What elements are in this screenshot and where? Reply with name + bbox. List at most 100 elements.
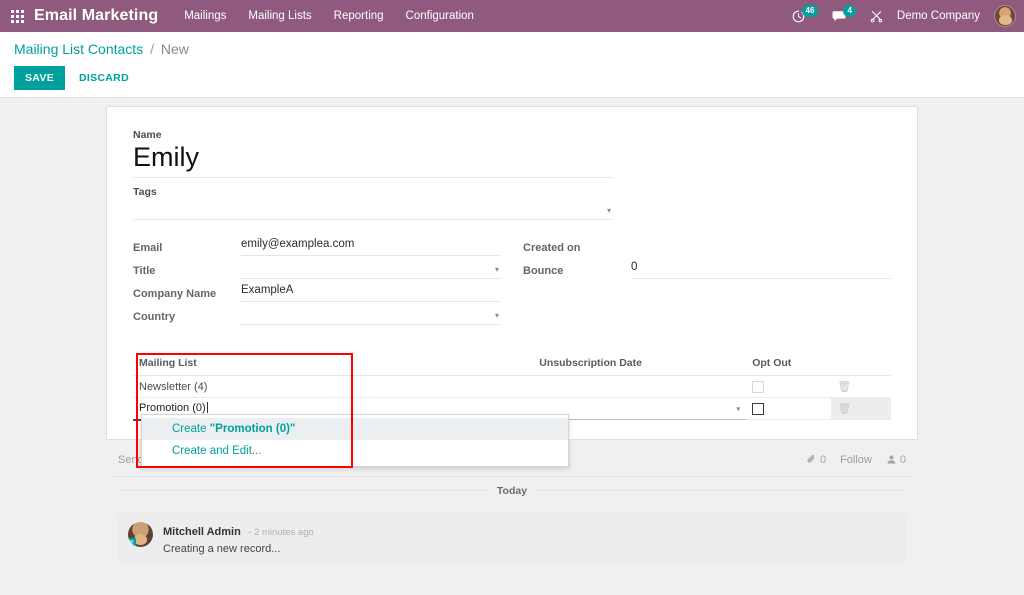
- chevron-down-icon: ▾: [495, 311, 499, 320]
- cell-delete[interactable]: 🗑: [831, 376, 891, 398]
- field-created-on-value: [631, 238, 891, 256]
- opt-out-checkbox[interactable]: [752, 381, 764, 393]
- autocomplete-create-value: "Promotion (0)": [210, 423, 296, 435]
- mailing-list-table: Mailing List Unsubscription Date Opt Out…: [133, 354, 891, 421]
- messaging-menu[interactable]: 4: [832, 10, 855, 23]
- column-header-actions: [831, 354, 891, 376]
- messages-count-badge: 4: [843, 5, 855, 17]
- field-title: Title ▾: [133, 261, 501, 279]
- column-header-opt-out: Opt Out: [746, 354, 831, 376]
- left-field-column: Email emily@examplea.com Title ▾ Company…: [133, 238, 501, 330]
- discard-button[interactable]: DISCARD: [71, 66, 137, 90]
- form-sheet: Name Tags ▾ Email emily@examplea.com Tit…: [106, 106, 918, 440]
- field-company-name: Company Name ExampleA: [133, 284, 501, 302]
- field-bounce: Bounce 0: [523, 261, 891, 279]
- tags-field-group: Tags ▾: [133, 186, 613, 220]
- debug-tools-menu[interactable]: [870, 10, 883, 23]
- cell-mailing-list[interactable]: Newsletter (4): [133, 376, 533, 398]
- date-separator-label: Today: [487, 485, 537, 497]
- attachments-button[interactable]: 0: [806, 454, 826, 466]
- person-icon: [886, 454, 897, 465]
- opt-out-checkbox[interactable]: [752, 403, 764, 415]
- navbar-right-group: 46 4 Demo Company: [792, 0, 1016, 32]
- field-company-name-value[interactable]: ExampleA: [241, 284, 501, 302]
- text-cursor: [207, 402, 208, 413]
- message-text: Creating a new record...: [163, 543, 896, 555]
- table-header-row: Mailing List Unsubscription Date Opt Out: [133, 354, 891, 376]
- name-input[interactable]: [133, 141, 613, 178]
- name-label: Name: [133, 129, 613, 141]
- field-country: Country ▾: [133, 307, 501, 325]
- apps-grid-icon[interactable]: [0, 10, 34, 23]
- save-button[interactable]: SAVE: [14, 66, 65, 90]
- message-body: Mitchell Admin - 2 minutes ago Creating …: [163, 522, 896, 555]
- field-bounce-label: Bounce: [523, 265, 631, 279]
- right-field-column: Created on Bounce 0: [523, 238, 891, 330]
- chatter-divider: [110, 476, 914, 477]
- top-navbar: Email Marketing Mailings Mailing Lists R…: [0, 0, 1024, 32]
- cell-opt-out-editing[interactable]: [746, 398, 831, 420]
- autocomplete-option-create-and-edit[interactable]: Create and Edit...: [142, 440, 568, 462]
- autocomplete-create-edit-label: Create and Edit...: [172, 445, 262, 457]
- breadcrumb: Mailing List Contacts / New: [14, 41, 1010, 57]
- chevron-down-icon: ▾: [736, 404, 740, 413]
- name-field-group: Name: [133, 129, 613, 178]
- control-panel: Mailing List Contacts / New SAVE DISCARD: [0, 32, 1024, 98]
- follow-button[interactable]: Follow: [840, 454, 872, 466]
- date-separator: Today: [110, 481, 914, 499]
- field-country-value[interactable]: ▾: [241, 307, 501, 325]
- activity-count-badge: 46: [802, 5, 819, 17]
- field-email-label: Email: [133, 242, 241, 256]
- menu-item-configuration[interactable]: Configuration: [404, 6, 476, 26]
- paperclip-icon: [806, 454, 817, 465]
- trash-icon[interactable]: 🗑: [837, 381, 851, 393]
- company-switcher[interactable]: Demo Company: [897, 10, 980, 22]
- breadcrumb-parent-link[interactable]: Mailing List Contacts: [14, 41, 143, 57]
- followers-button[interactable]: 0: [886, 454, 906, 466]
- tags-label: Tags: [133, 186, 613, 198]
- message-author-avatar: ✉: [128, 522, 153, 547]
- field-created-on-label: Created on: [523, 242, 631, 256]
- autocomplete-dropdown[interactable]: Create "Promotion (0)" Create and Edit..…: [141, 414, 569, 467]
- field-columns: Email emily@examplea.com Title ▾ Company…: [133, 238, 891, 330]
- breadcrumb-separator: /: [150, 41, 154, 57]
- field-bounce-value[interactable]: 0: [631, 261, 891, 279]
- field-title-label: Title: [133, 265, 241, 279]
- app-brand-title[interactable]: Email Marketing: [34, 7, 158, 25]
- user-avatar[interactable]: [994, 5, 1016, 27]
- chatter-right-tools: 0 Follow 0: [806, 454, 906, 466]
- cell-delete-editing[interactable]: 🗑: [831, 398, 891, 420]
- chevron-down-icon: ▾: [495, 265, 499, 274]
- field-country-label: Country: [133, 311, 241, 325]
- cell-opt-out[interactable]: [746, 376, 831, 398]
- column-header-unsubscription-date: Unsubscription Date: [533, 354, 746, 376]
- field-email-value[interactable]: emily@examplea.com: [241, 238, 501, 256]
- scissors-icon: [870, 10, 883, 23]
- action-buttons: SAVE DISCARD: [14, 66, 1010, 90]
- field-email: Email emily@examplea.com: [133, 238, 501, 256]
- content-area: Name Tags ▾ Email emily@examplea.com Tit…: [0, 98, 1024, 595]
- autocomplete-create-prefix: Create: [172, 423, 210, 435]
- field-title-value[interactable]: ▾: [241, 261, 501, 279]
- cell-unsubscription-date[interactable]: [533, 376, 746, 398]
- message-author-name[interactable]: Mitchell Admin: [163, 526, 241, 538]
- menu-item-mailing-lists[interactable]: Mailing Lists: [246, 6, 313, 26]
- table-row[interactable]: Newsletter (4) 🗑: [133, 376, 891, 398]
- field-created-on: Created on: [523, 238, 891, 256]
- tags-input[interactable]: ▾: [133, 198, 613, 220]
- attachment-count: 0: [820, 454, 826, 466]
- chatter-message: ✉ Mitchell Admin - 2 minutes ago Creatin…: [118, 513, 906, 564]
- activity-menu[interactable]: 46: [792, 10, 819, 23]
- autocomplete-option-create[interactable]: Create "Promotion (0)": [142, 418, 568, 440]
- mailing-list-typed-value: Promotion (0): [139, 402, 206, 414]
- envelope-badge-icon: ✉: [128, 538, 136, 547]
- menu-item-mailings[interactable]: Mailings: [182, 6, 228, 26]
- mailing-list-table-wrapper: Mailing List Unsubscription Date Opt Out…: [133, 354, 891, 421]
- field-company-name-label: Company Name: [133, 288, 241, 302]
- column-header-mailing-list: Mailing List: [133, 354, 533, 376]
- breadcrumb-current: New: [161, 41, 189, 57]
- message-timestamp: - 2 minutes ago: [248, 527, 313, 538]
- chevron-down-icon: ▾: [607, 206, 611, 215]
- menu-item-reporting[interactable]: Reporting: [332, 6, 386, 26]
- trash-icon[interactable]: 🗑: [837, 403, 851, 415]
